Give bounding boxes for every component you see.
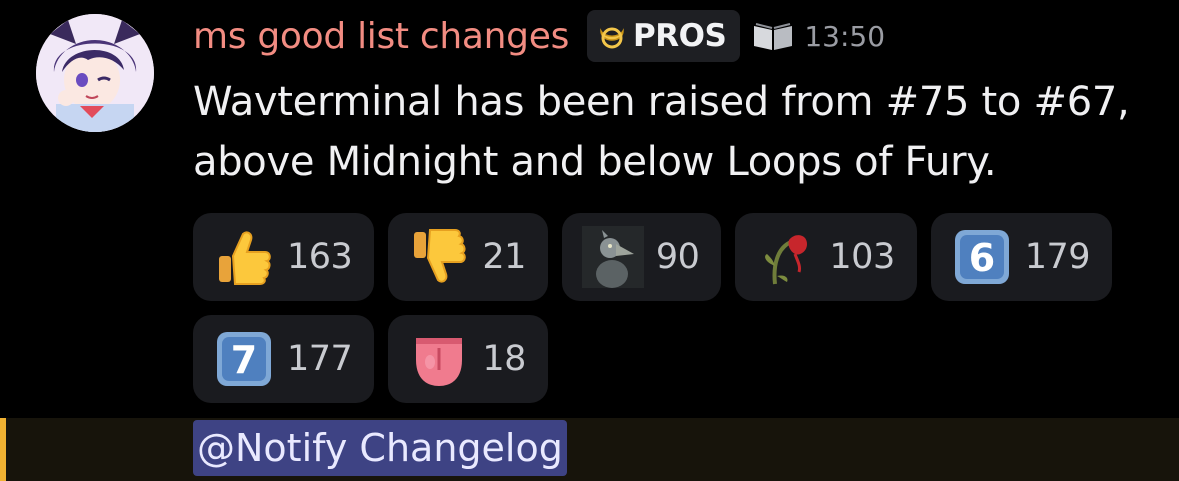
message-header: ms good list changes PROS 13:50 <box>193 10 885 62</box>
crescent-moon-icon <box>600 27 624 49</box>
message-content: Wavterminal has been raised from #75 to … <box>193 79 1130 185</box>
reaction-tongue[interactable]: 18 <box>388 315 548 403</box>
reaction-count: 90 <box>655 237 700 277</box>
role-mention[interactable]: @Notify Changelog <box>193 420 567 476</box>
reaction-keycap-6[interactable]: 6 179 <box>930 213 1113 301</box>
reaction-count: 18 <box>482 339 526 379</box>
tongue-icon <box>416 338 463 386</box>
shoebill-bird-icon <box>581 226 644 288</box>
reaction-count: 177 <box>287 339 353 379</box>
wilted-rose-icon <box>765 235 808 285</box>
svg-text:7: 7 <box>231 338 257 382</box>
thumbs-up-icon <box>219 231 271 285</box>
timestamp: 13:50 <box>804 19 886 53</box>
reaction-shoebill[interactable]: 90 <box>561 213 722 301</box>
reaction-count: 179 <box>1024 237 1091 277</box>
reaction-count: 21 <box>482 237 526 277</box>
reaction-thumbs-down[interactable]: 21 <box>388 213 548 301</box>
reaction-count: 103 <box>829 237 895 277</box>
keycap-6-icon: 6 <box>954 230 1009 284</box>
server-tag-label: PROS <box>633 18 727 54</box>
avatar[interactable] <box>36 14 154 132</box>
server-tag[interactable]: PROS <box>587 10 741 62</box>
reaction-count: 163 <box>287 237 353 277</box>
reactions-list: 163 21 90 103 6 179 7 177 18 <box>193 213 1153 403</box>
thumbs-down-icon <box>414 229 467 283</box>
reaction-wilted-rose[interactable]: 103 <box>735 213 917 301</box>
mention-highlight-bar <box>0 418 1179 481</box>
author-name[interactable]: ms good list changes <box>193 16 569 57</box>
reaction-thumbs-up[interactable]: 163 <box>193 213 375 301</box>
mention-stripe <box>0 418 6 481</box>
keycap-7-icon: 7 <box>217 332 271 386</box>
reaction-keycap-7[interactable]: 7 177 <box>193 315 375 403</box>
open-book-icon <box>754 23 793 50</box>
svg-text:6: 6 <box>968 236 994 280</box>
